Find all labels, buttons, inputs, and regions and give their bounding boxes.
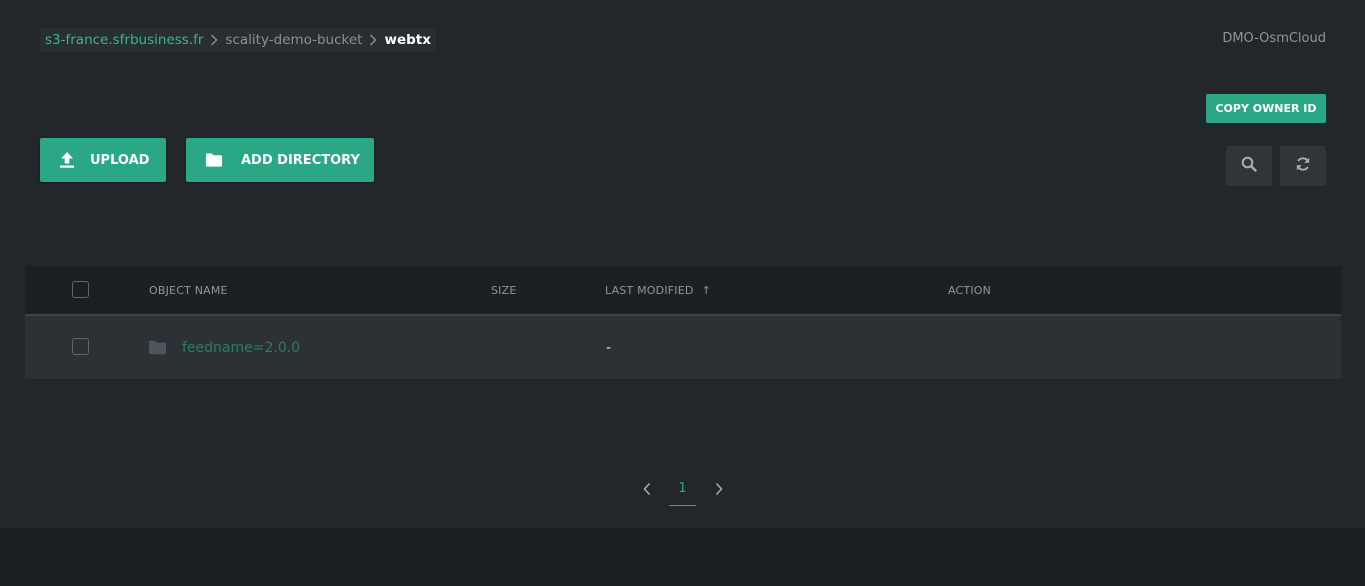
column-header-object-name[interactable]: OBJECT NAME [149, 266, 228, 314]
object-name-link[interactable]: feedname=2.0.0 [182, 340, 300, 356]
previous-page-button[interactable] [637, 480, 657, 500]
footer-band [0, 528, 1365, 586]
breadcrumb: s3-france.sfrbusiness.fr scality-demo-bu… [40, 28, 436, 52]
folder-icon [205, 151, 223, 169]
table-header: OBJECT NAME SIZE LAST MODIFIED ↑ ACTION [25, 266, 1341, 316]
chevron-right-icon [364, 34, 382, 46]
column-header-size[interactable]: SIZE [491, 266, 517, 314]
table-row[interactable]: feedname=2.0.0 - [25, 316, 1341, 379]
pagination: 1 [636, 474, 732, 508]
refresh-icon [1295, 156, 1311, 176]
copy-owner-id-button[interactable]: COPY OWNER ID [1206, 94, 1326, 123]
search-icon [1241, 156, 1257, 176]
chevron-right-icon [205, 34, 223, 46]
column-header-last-modified-label: LAST MODIFIED [605, 283, 694, 297]
breadcrumb-bucket-link[interactable]: scality-demo-bucket [225, 32, 362, 48]
breadcrumb-root-link[interactable]: s3-france.sfrbusiness.fr [45, 32, 203, 48]
object-name-cell: feedname=2.0.0 [148, 316, 300, 379]
account-name: DMO-OsmCloud [1222, 31, 1326, 46]
upload-icon [58, 151, 76, 169]
next-page-button[interactable] [709, 480, 729, 500]
chevron-left-icon [643, 481, 651, 500]
arrow-up-icon: ↑ [701, 283, 711, 297]
upload-button-label: UPLOAD [90, 152, 150, 168]
folder-icon [148, 340, 167, 355]
select-all-checkbox[interactable] [72, 281, 89, 298]
objects-table: OBJECT NAME SIZE LAST MODIFIED ↑ ACTION … [25, 266, 1341, 379]
search-button[interactable] [1226, 146, 1272, 186]
column-header-action: ACTION [948, 283, 992, 297]
upload-button[interactable]: UPLOAD [40, 138, 166, 182]
refresh-button[interactable] [1280, 146, 1326, 186]
add-directory-button-label: ADD DIRECTORY [241, 152, 360, 168]
breadcrumb-current: webtx [384, 32, 431, 48]
column-header-last-modified[interactable]: LAST MODIFIED ↑ [605, 266, 711, 314]
row-checkbox[interactable] [72, 338, 89, 355]
last-modified-cell: - [606, 339, 612, 356]
chevron-right-icon [715, 481, 723, 500]
page-number-current[interactable]: 1 [669, 480, 696, 506]
add-directory-button[interactable]: ADD DIRECTORY [186, 138, 374, 182]
object-browser-page: s3-france.sfrbusiness.fr scality-demo-bu… [0, 0, 1365, 528]
